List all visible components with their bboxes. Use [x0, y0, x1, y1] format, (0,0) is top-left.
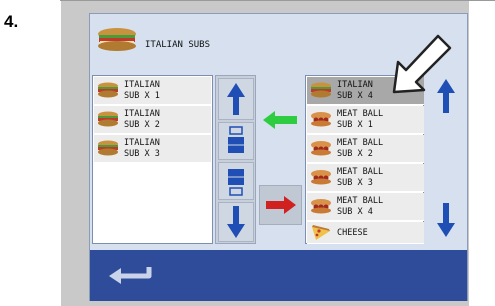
- move-item-down-button[interactable]: [218, 162, 254, 200]
- transfer-right-button[interactable]: [259, 185, 302, 225]
- meatball-sub-icon: [311, 112, 331, 127]
- item-up-icon: [228, 126, 244, 153]
- move-down-button[interactable]: [218, 202, 254, 242]
- sub-sandwich-icon: [311, 82, 331, 98]
- back-button[interactable]: [104, 260, 156, 290]
- right-list[interactable]: ITALIAN SUB X 4 MEAT BALL SUB X 1 MEAT B…: [305, 75, 424, 244]
- list-item[interactable]: MEAT BALL SUB X 3: [307, 164, 424, 192]
- arrow-left-icon: [263, 111, 297, 129]
- meatball-sub-icon: [311, 141, 331, 156]
- sub-sandwich-icon: [98, 82, 118, 98]
- scroll-down-button[interactable]: [428, 199, 464, 241]
- list-item[interactable]: CHEESE: [307, 222, 424, 244]
- meatball-sub-icon: [311, 199, 331, 214]
- list-item[interactable]: MEAT BALL SUB X 2: [307, 135, 424, 163]
- item-label: MEAT BALL SUB X 1: [337, 109, 384, 130]
- arrow-down-icon: [437, 203, 455, 237]
- right-list-scroll: [426, 75, 466, 244]
- meatball-sub-icon: [311, 170, 331, 185]
- item-label: MEAT BALL SUB X 3: [337, 167, 384, 188]
- move-item-up-button[interactable]: [218, 122, 254, 160]
- arrow-right-icon: [265, 196, 296, 214]
- item-label: ITALIAN SUB X 2: [124, 109, 160, 130]
- arrow-up-icon: [227, 83, 245, 115]
- step-number: 4.: [4, 12, 19, 31]
- return-arrow-icon: [109, 267, 152, 284]
- reorder-controls: [215, 75, 256, 244]
- item-label: MEAT BALL SUB X 4: [337, 196, 384, 217]
- sub-sandwich-icon: [98, 111, 118, 127]
- item-label: CHEESE: [337, 228, 368, 238]
- arrow-down-icon: [227, 206, 245, 238]
- transfer-left-button[interactable]: [257, 105, 303, 135]
- move-up-button[interactable]: [218, 78, 254, 120]
- item-down-icon: [228, 169, 244, 196]
- pizza-slice-icon: [312, 225, 330, 240]
- left-list[interactable]: ITALIAN SUB X 1 ITALIAN SUB X 2 ITALIAN …: [92, 75, 213, 244]
- category-title: ITALIAN SUBS: [145, 40, 211, 50]
- list-item[interactable]: MEAT BALL SUB X 1: [307, 106, 424, 134]
- bottom-bar: [90, 250, 467, 301]
- list-item[interactable]: ITALIAN SUB X 2: [94, 106, 211, 134]
- sub-sandwich-icon: [98, 28, 136, 51]
- list-item[interactable]: ITALIAN SUB X 3: [94, 135, 211, 163]
- pointer-arrow-icon: [392, 34, 452, 94]
- item-label: MEAT BALL SUB X 2: [337, 138, 384, 159]
- list-item[interactable]: MEAT BALL SUB X 4: [307, 193, 424, 221]
- item-label: ITALIAN SUB X 3: [124, 138, 160, 159]
- list-item[interactable]: ITALIAN SUB X 1: [94, 77, 211, 105]
- item-label: ITALIAN SUB X 1: [124, 80, 160, 101]
- sub-sandwich-icon: [98, 140, 118, 156]
